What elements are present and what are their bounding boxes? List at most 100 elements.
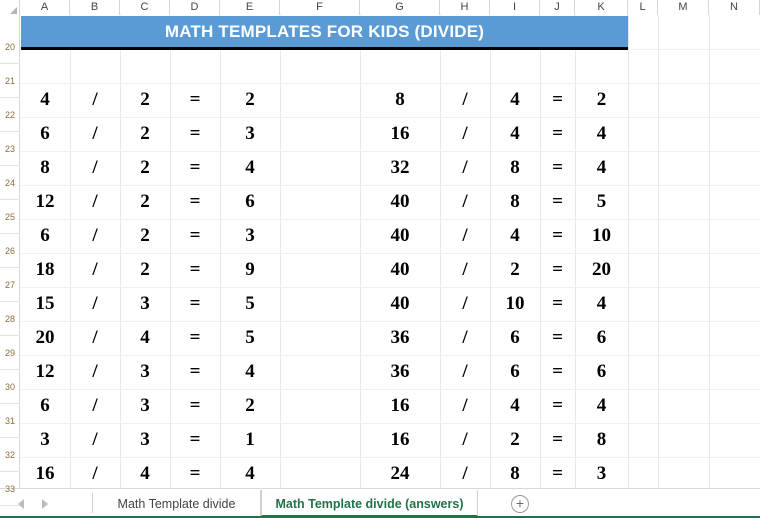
cell-j23-equals-operator[interactable]: = [540, 117, 575, 151]
cell-k27-quotient[interactable]: 20 [575, 253, 628, 287]
cell-c27-divisor[interactable]: 2 [120, 253, 170, 287]
cell-c33-divisor[interactable]: 4 [120, 457, 170, 491]
cell-k24-quotient[interactable]: 4 [575, 151, 628, 185]
cell-a27-dividend[interactable]: 18 [20, 253, 70, 287]
cell-i22-divisor[interactable]: 4 [490, 83, 540, 117]
cell-h26-divide-operator[interactable]: / [440, 219, 490, 253]
cell-b25-divide-operator[interactable]: / [70, 185, 120, 219]
cell-b24-divide-operator[interactable]: / [70, 151, 120, 185]
cell-h29-divide-operator[interactable]: / [440, 321, 490, 355]
cell-e24-quotient[interactable]: 4 [220, 151, 280, 185]
cell-g27-dividend[interactable]: 40 [360, 253, 440, 287]
cell-i32-divisor[interactable]: 2 [490, 423, 540, 457]
column-header-h[interactable]: H [440, 0, 490, 15]
cell-c26-divisor[interactable]: 2 [120, 219, 170, 253]
cell-k30-quotient[interactable]: 6 [575, 355, 628, 389]
cell-d30-equals-operator[interactable]: = [170, 355, 220, 389]
cell-i27-divisor[interactable]: 2 [490, 253, 540, 287]
cell-d32-equals-operator[interactable]: = [170, 423, 220, 457]
cell-i24-divisor[interactable]: 8 [490, 151, 540, 185]
cell-i30-divisor[interactable]: 6 [490, 355, 540, 389]
cell-d28-equals-operator[interactable]: = [170, 287, 220, 321]
sheet-tab-math-template-divide-answers[interactable]: Math Template divide (answers) [261, 490, 478, 518]
cell-h31-divide-operator[interactable]: / [440, 389, 490, 423]
cell-d29-equals-operator[interactable]: = [170, 321, 220, 355]
cell-a33-dividend[interactable]: 16 [20, 457, 70, 491]
cell-j31-equals-operator[interactable]: = [540, 389, 575, 423]
cell-h24-divide-operator[interactable]: / [440, 151, 490, 185]
cell-d31-equals-operator[interactable]: = [170, 389, 220, 423]
cell-a24-dividend[interactable]: 8 [20, 151, 70, 185]
sheet-nav-arrows[interactable] [18, 494, 88, 514]
cell-d23-equals-operator[interactable]: = [170, 117, 220, 151]
spreadsheet-grid[interactable]: ABCDEFGHIJKLMN 20 21 22 23 24 25 26 27 28 29 30 31 3… [0, 0, 760, 506]
cell-k33-quotient[interactable]: 3 [575, 457, 628, 491]
row-header-21[interactable]: 21 [0, 64, 20, 98]
row-header-30[interactable]: 30 [0, 370, 20, 404]
cell-h25-divide-operator[interactable]: / [440, 185, 490, 219]
cell-b28-divide-operator[interactable]: / [70, 287, 120, 321]
select-all-corner[interactable] [0, 0, 20, 15]
cell-j26-equals-operator[interactable]: = [540, 219, 575, 253]
cell-j24-equals-operator[interactable]: = [540, 151, 575, 185]
column-header-k[interactable]: K [575, 0, 628, 15]
cell-c23-divisor[interactable]: 2 [120, 117, 170, 151]
cell-j28-equals-operator[interactable]: = [540, 287, 575, 321]
cell-k32-quotient[interactable]: 8 [575, 423, 628, 457]
cell-i33-divisor[interactable]: 8 [490, 457, 540, 491]
cell-k23-quotient[interactable]: 4 [575, 117, 628, 151]
cell-b29-divide-operator[interactable]: / [70, 321, 120, 355]
cell-e29-quotient[interactable]: 5 [220, 321, 280, 355]
cell-k29-quotient[interactable]: 6 [575, 321, 628, 355]
column-header-b[interactable]: B [70, 0, 120, 15]
cell-e23-quotient[interactable]: 3 [220, 117, 280, 151]
cell-g30-dividend[interactable]: 36 [360, 355, 440, 389]
cell-e25-quotient[interactable]: 6 [220, 185, 280, 219]
cell-g32-dividend[interactable]: 16 [360, 423, 440, 457]
cell-a30-dividend[interactable]: 12 [20, 355, 70, 389]
row-header-23[interactable]: 23 [0, 132, 20, 166]
cell-c31-divisor[interactable]: 3 [120, 389, 170, 423]
cell-h23-divide-operator[interactable]: / [440, 117, 490, 151]
column-header-l[interactable]: L [628, 0, 658, 15]
next-sheet-arrow-icon[interactable] [42, 499, 48, 509]
row-header-27[interactable]: 27 [0, 268, 20, 302]
row-header-20[interactable]: 20 [0, 30, 20, 64]
cell-k26-quotient[interactable]: 10 [575, 219, 628, 253]
cell-d24-equals-operator[interactable]: = [170, 151, 220, 185]
row-header-33[interactable]: 33 [0, 472, 20, 506]
column-header-i[interactable]: I [490, 0, 540, 15]
cell-e22-quotient[interactable]: 2 [220, 83, 280, 117]
cell-b30-divide-operator[interactable]: / [70, 355, 120, 389]
row-header-29[interactable]: 29 [0, 336, 20, 370]
cell-c22-divisor[interactable]: 2 [120, 83, 170, 117]
cell-b32-divide-operator[interactable]: / [70, 423, 120, 457]
row-header-31[interactable]: 31 [0, 404, 20, 438]
cell-b31-divide-operator[interactable]: / [70, 389, 120, 423]
column-header-g[interactable]: G [360, 0, 440, 15]
row-header-24[interactable]: 24 [0, 166, 20, 200]
cell-a26-dividend[interactable]: 6 [20, 219, 70, 253]
cell-h30-divide-operator[interactable]: / [440, 355, 490, 389]
cell-a23-dividend[interactable]: 6 [20, 117, 70, 151]
cell-j29-equals-operator[interactable]: = [540, 321, 575, 355]
cell-i26-divisor[interactable]: 4 [490, 219, 540, 253]
cell-g26-dividend[interactable]: 40 [360, 219, 440, 253]
cell-e31-quotient[interactable]: 2 [220, 389, 280, 423]
row-header-28[interactable]: 28 [0, 302, 20, 336]
cell-c29-divisor[interactable]: 4 [120, 321, 170, 355]
column-header-j[interactable]: J [540, 0, 575, 15]
cell-g24-dividend[interactable]: 32 [360, 151, 440, 185]
cell-e26-quotient[interactable]: 3 [220, 219, 280, 253]
cell-i28-divisor[interactable]: 10 [490, 287, 540, 321]
cell-d33-equals-operator[interactable]: = [170, 457, 220, 491]
cell-j33-equals-operator[interactable]: = [540, 457, 575, 491]
cell-a25-dividend[interactable]: 12 [20, 185, 70, 219]
cell-e28-quotient[interactable]: 5 [220, 287, 280, 321]
cell-j27-equals-operator[interactable]: = [540, 253, 575, 287]
cell-b27-divide-operator[interactable]: / [70, 253, 120, 287]
column-header-a[interactable]: A [20, 0, 70, 15]
cell-i31-divisor[interactable]: 4 [490, 389, 540, 423]
cell-b26-divide-operator[interactable]: / [70, 219, 120, 253]
cell-d27-equals-operator[interactable]: = [170, 253, 220, 287]
